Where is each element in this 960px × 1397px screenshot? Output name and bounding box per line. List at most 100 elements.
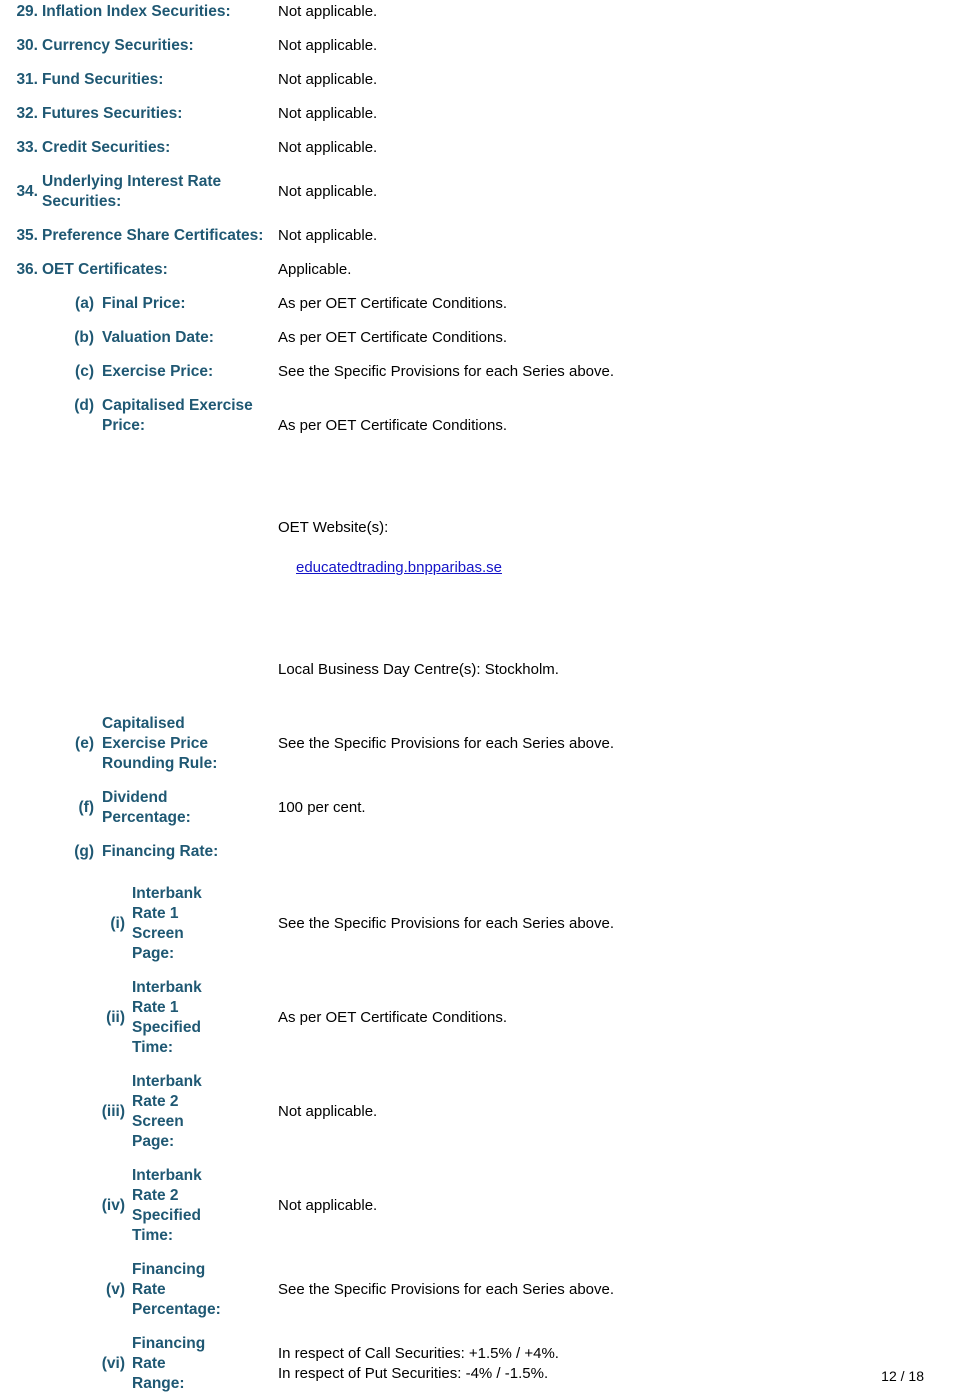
item-value: Not applicable. <box>278 183 378 200</box>
item-value: Not applicable. <box>278 71 378 88</box>
item-label: Underlying Interest Rate Securities: <box>42 173 222 210</box>
row-gap <box>0 1058 960 1072</box>
row-gap <box>0 22 960 36</box>
subsubitem-marker: (ii) <box>106 1009 125 1026</box>
subterm-row: (f) Dividend Percentage: 100 per cent. <box>0 788 960 828</box>
item-label: Inflation Index Securities: <box>42 3 231 20</box>
subitem-value: See the Specific Provisions for each Ser… <box>278 735 615 752</box>
row-gap <box>0 314 960 328</box>
subitem-marker: (b) <box>74 329 94 346</box>
term-row: 29. Inflation Index Securities: Not appl… <box>0 2 960 22</box>
subsubterm-row: (vi) Financing Rate Range: In respect of… <box>0 1334 960 1394</box>
row-gap <box>0 1320 960 1334</box>
item-label: OET Certificates: <box>42 261 168 278</box>
subterm-row: (g) Financing Rate: <box>0 842 960 862</box>
item-value: Not applicable. <box>278 227 378 244</box>
item-number: 30. <box>16 37 38 54</box>
subitem-marker: (c) <box>75 363 94 380</box>
item-number: 31. <box>16 71 38 88</box>
row-gap <box>0 56 960 70</box>
page-content: 29. Inflation Index Securities: Not appl… <box>0 0 960 1397</box>
item-number: 29. <box>16 3 38 20</box>
value-gap <box>278 618 960 640</box>
item-label: Credit Securities: <box>42 139 171 156</box>
subterm-row: (e) Capitalised Exercise Price Rounding … <box>0 714 960 774</box>
term-row: 32. Futures Securities: Not applicable. <box>0 104 960 124</box>
row-gap <box>0 212 960 226</box>
subsubitem-value: See the Specific Provisions for each Ser… <box>278 915 615 932</box>
item-label: Currency Securities: <box>42 37 194 54</box>
row-gap <box>0 280 960 294</box>
row-gap <box>0 246 960 260</box>
oet-website-link-line: educatedtrading.bnpparibas.se <box>278 558 960 578</box>
subitem-marker: (f) <box>78 799 95 816</box>
subterm-row: (d) Capitalised Exercise Price: As per O… <box>0 396 960 700</box>
subitem-value: See the Specific Provisions for each Ser… <box>278 363 615 380</box>
subitem-value: As per OET Certificate Conditions. <box>278 295 507 312</box>
item-number: 36. <box>16 261 38 278</box>
subsubterm-row: (i) Interbank Rate 1 Screen Page: See th… <box>0 884 960 964</box>
oet-website-label: OET Website(s): <box>278 519 389 536</box>
term-row: 33. Credit Securities: Not applicable. <box>0 138 960 158</box>
row-gap <box>0 774 960 788</box>
term-row: 34. Underlying Interest Rate Securities:… <box>0 172 960 212</box>
subsubitem-marker: (vi) <box>101 1355 125 1372</box>
subsubitem-value: Not applicable. <box>278 1197 378 1214</box>
item-number: 35. <box>16 227 38 244</box>
subsubitem-label: Interbank Rate 1 Screen Page: <box>132 885 202 962</box>
term-row: 35. Preference Share Certificates: Not a… <box>0 226 960 246</box>
term-row: 30. Currency Securities: Not applicable. <box>0 36 960 56</box>
subitem-label: Capitalised Exercise Price: <box>102 397 253 434</box>
row-gap <box>0 1152 960 1166</box>
item-value: Not applicable. <box>278 37 378 54</box>
subsubitem-marker: (iv) <box>101 1197 125 1214</box>
row-gap <box>0 348 960 362</box>
oet-website-link[interactable]: educatedtrading.bnpparibas.se <box>296 559 502 576</box>
subsubitem-value: Not applicable. <box>278 1103 378 1120</box>
item-label: Preference Share Certificates: <box>42 227 264 244</box>
subsubterm-row: (v) Financing Rate Percentage: See the S… <box>0 1260 960 1320</box>
local-business-day-centre: Local Business Day Centre(s): Stockholm. <box>278 661 559 678</box>
subitem-value-block: As per OET Certificate Conditions. OET W… <box>278 396 960 700</box>
subitem-label: Capitalised Exercise Price Rounding Rule… <box>102 715 218 772</box>
subsubitem-label: Interbank Rate 2 Specified Time: <box>132 1167 202 1244</box>
subitem-value: As per OET Certificate Conditions. <box>278 329 507 346</box>
item-number: 33. <box>16 139 38 156</box>
subsubitem-value: See the Specific Provisions for each Ser… <box>278 1281 615 1298</box>
row-gap <box>0 700 960 714</box>
row-gap <box>0 1246 960 1260</box>
term-row: 31. Fund Securities: Not applicable. <box>0 70 960 90</box>
subitem-label: Exercise Price: <box>102 363 214 380</box>
subitem-label: Valuation Date: <box>102 329 214 346</box>
row-gap <box>0 828 960 842</box>
subsubitem-label: Interbank Rate 2 Screen Page: <box>132 1073 202 1150</box>
subitem-marker: (a) <box>75 295 94 312</box>
subsubterm-row: (iv) Interbank Rate 2 Specified Time: No… <box>0 1166 960 1246</box>
row-gap <box>0 158 960 172</box>
subsubitem-marker: (iii) <box>101 1103 125 1120</box>
subsubitem-marker: (i) <box>110 915 125 932</box>
item-number: 32. <box>16 105 38 122</box>
subsubitem-label: Financing Rate Percentage: <box>132 1261 221 1318</box>
row-gap <box>0 90 960 104</box>
subsubterm-row: (iii) Interbank Rate 2 Screen Page: Not … <box>0 1072 960 1152</box>
subitem-label: Financing Rate: <box>102 843 219 860</box>
subitem-label: Dividend Percentage: <box>102 789 191 826</box>
term-row: 36. OET Certificates: Applicable. <box>0 260 960 280</box>
subitem-marker: (d) <box>74 397 94 414</box>
row-gap <box>0 964 960 978</box>
item-value: Applicable. <box>278 261 352 278</box>
subterm-row: (c) Exercise Price: See the Specific Pro… <box>0 362 960 382</box>
subsubitem-marker: (v) <box>106 1281 125 1298</box>
page-number: 12 / 18 <box>881 1368 924 1384</box>
item-number: 34. <box>16 183 38 200</box>
subterm-row: (b) Valuation Date: As per OET Certifica… <box>0 328 960 348</box>
subitem-value: 100 per cent. <box>278 799 366 816</box>
item-value: Not applicable. <box>278 105 378 122</box>
subsubitem-value: As per OET Certificate Conditions. <box>278 1009 507 1026</box>
row-gap <box>0 862 960 884</box>
value-gap <box>278 456 960 478</box>
oet-website-block: OET Website(s): educatedtrading.bnpparib… <box>278 498 960 598</box>
subsubitem-label: Financing Rate Range: <box>132 1335 206 1392</box>
subsubterm-row: (ii) Interbank Rate 1 Specified Time: As… <box>0 978 960 1058</box>
